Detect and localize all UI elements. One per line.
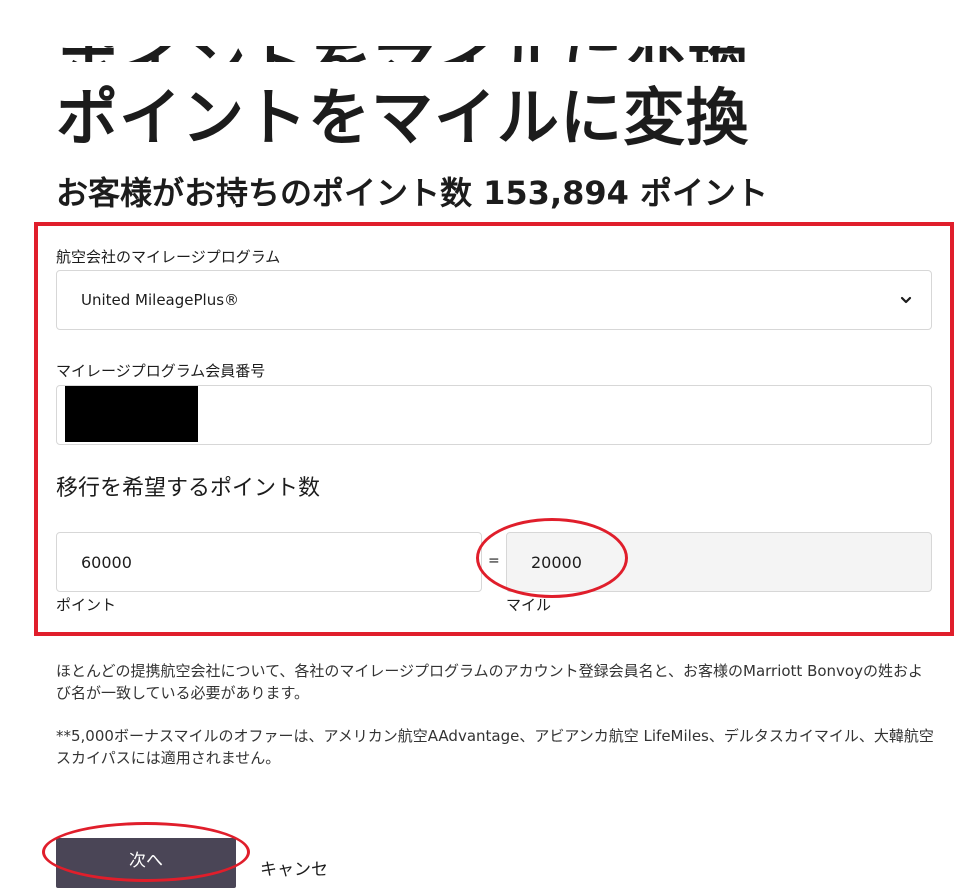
airline-program-select[interactable]: United MileagePlus® [56,270,932,330]
airline-program-label: 航空会社のマイレージプログラム [56,248,281,266]
bonus-exclusion-note: **5,000ボーナスマイルのオファーは、アメリカン航空AAdvantage、ア… [56,727,934,767]
page-title: ポイントをマイルに変換 [56,81,750,154]
member-number-input[interactable] [56,385,932,445]
points-amount-input[interactable]: 60000 [56,532,482,592]
points-unit-label: ポイント [56,596,117,614]
transfer-points-heading: 移行を希望するポイント数 [56,476,321,501]
scrolled-title-fragment: ポイントをマイルに変換 [58,46,751,62]
annotation-oval-miles [476,518,628,598]
miles-unit-label: マイル [506,596,552,614]
cancel-link[interactable]: キャンセ [260,855,328,880]
points-balance-heading: お客様がお持ちのポイント数 153,894 ポイント [56,174,769,212]
redacted-member-number [65,386,198,442]
member-number-label: マイレージプログラム会員番号 [56,362,266,380]
chevron-down-icon [900,296,912,304]
airline-program-selected-value: United MileagePlus® [81,291,240,309]
name-match-note: ほとんどの提携航空会社について、各社のマイレージプログラムのアカウント登録会員名… [56,662,923,702]
points-amount-value: 60000 [81,552,132,572]
annotation-oval-next [42,822,250,882]
